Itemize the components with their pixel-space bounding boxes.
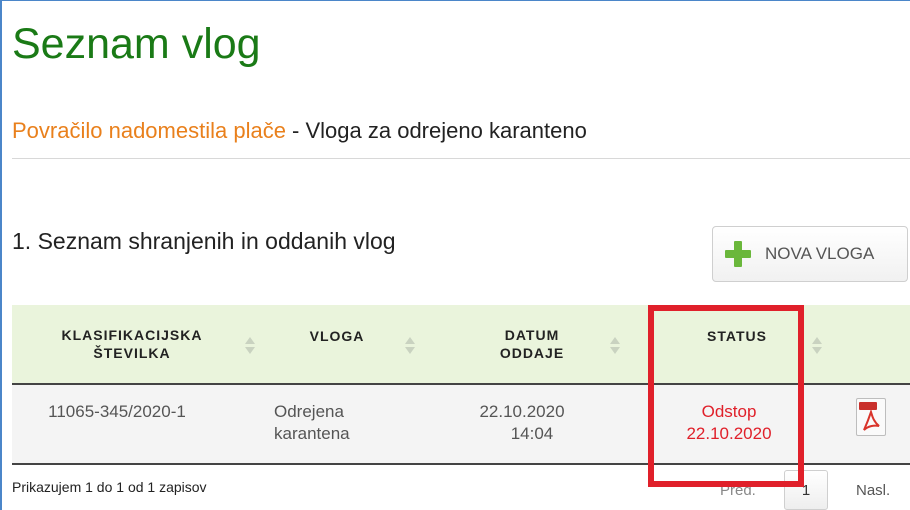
new-application-label: NOVA VLOGA	[765, 244, 875, 263]
column-header-vloga[interactable]: VLOGA	[282, 305, 392, 383]
cell-klasifikacija: 11065-345/2020-1	[48, 402, 186, 421]
cell-status: Odstop 22.10.2020	[664, 401, 794, 445]
column-header-status[interactable]: STATUS	[682, 305, 792, 383]
table-header: KLASIFIKACIJSKA ŠTEVILKA VLOGA DATUM ODD…	[12, 305, 910, 385]
column-header-klasifikacija[interactable]: KLASIFIKACIJSKA ŠTEVILKA	[32, 305, 232, 383]
column-header-label: VLOGA	[309, 328, 365, 344]
table-info: Prikazujem 1 do 1 od 1 zapisov	[12, 479, 207, 495]
subtitle-text: - Vloga za odrejeno karanteno	[285, 118, 587, 143]
cell-datum: 22.10.2020 14:04	[452, 401, 592, 445]
cell-vloga: Odrejena karantena	[274, 401, 364, 445]
column-header-label: KLASIFIKACIJSKA ŠTEVILKA	[61, 327, 203, 361]
cell-datum-line2: 14:04	[510, 424, 554, 443]
window-left-border	[0, 0, 2, 510]
subtitle: Povračilo nadomestila plače - Vloga za o…	[12, 118, 587, 144]
sort-icon[interactable]	[245, 337, 255, 355]
pager-page-1[interactable]: 1	[784, 470, 828, 510]
pager-prev[interactable]: Pred.	[720, 482, 756, 499]
sort-icon[interactable]	[610, 337, 620, 355]
cell-vloga-line1: Odrejena	[274, 402, 344, 421]
plus-icon	[725, 241, 751, 267]
cell-datum-line1: 22.10.2020	[479, 402, 565, 421]
window-top-border	[0, 0, 910, 1]
subtitle-link[interactable]: Povračilo nadomestila plače	[12, 118, 286, 143]
column-header-label: DATUM ODDAJE	[499, 327, 565, 361]
pager-next[interactable]: Nasl.	[856, 482, 890, 499]
cell-vloga-line2: karantena	[274, 424, 350, 443]
divider	[12, 158, 910, 159]
sort-icon[interactable]	[405, 337, 415, 355]
page-title: Seznam vlog	[12, 20, 261, 68]
column-header-label: STATUS	[707, 328, 767, 344]
table-row[interactable]: 11065-345/2020-1 Odrejena karantena 22.1…	[12, 385, 910, 465]
column-header-datum[interactable]: DATUM ODDAJE	[482, 305, 582, 383]
cell-status-line1: Odstop	[701, 402, 757, 421]
sort-icon[interactable]	[812, 337, 822, 355]
cell-status-line2: 22.10.2020	[686, 424, 772, 443]
new-application-button[interactable]: NOVA VLOGA	[712, 226, 908, 282]
pdf-acrobat-glyph	[863, 409, 880, 431]
pdf-icon[interactable]	[856, 398, 886, 436]
section-title: 1. Seznam shranjenih in oddanih vlog	[12, 228, 396, 254]
